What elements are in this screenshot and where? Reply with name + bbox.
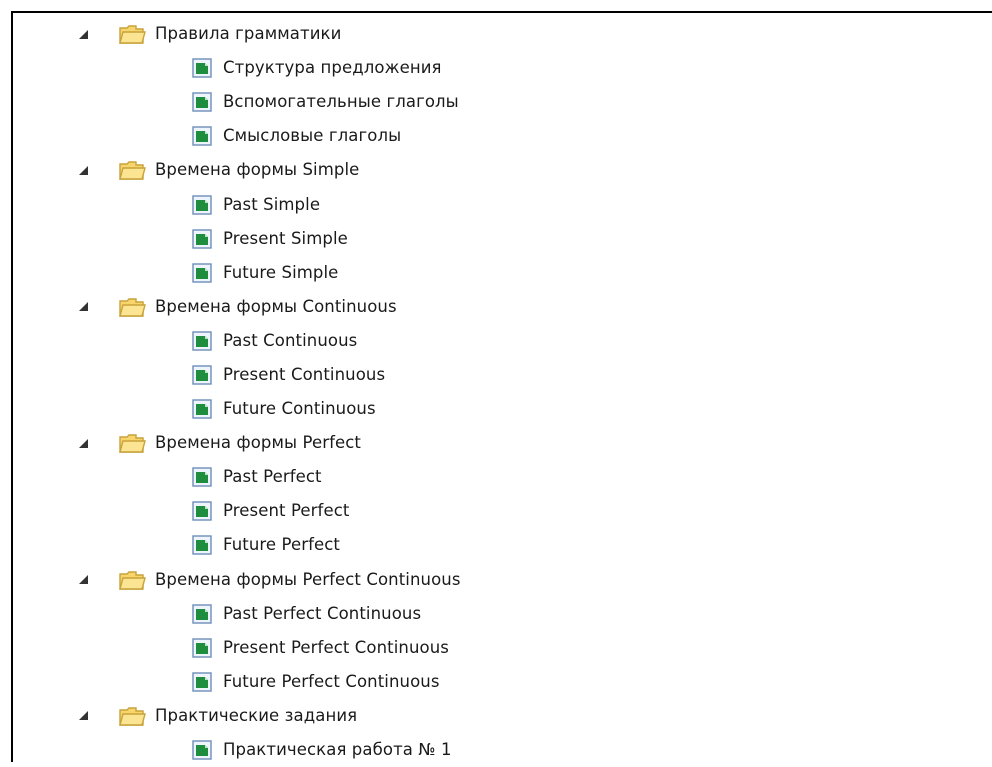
expand-triangle-icon[interactable] — [76, 27, 90, 41]
tree-view-panel: Правила грамматики Структура предложения В… — [11, 11, 992, 762]
tree-item-row[interactable]: Present Simple — [13, 222, 992, 256]
page-icon — [191, 466, 213, 488]
item-label: Future Continuous — [223, 399, 376, 419]
item-label: Структура предложения — [223, 58, 442, 78]
folder-label: Времена формы Perfect — [155, 433, 361, 453]
expand-triangle-icon[interactable] — [76, 300, 90, 314]
page-icon — [191, 330, 213, 352]
tree-item-row[interactable]: Вспомогательные глаголы — [13, 85, 992, 119]
item-label: Present Perfect Continuous — [223, 637, 449, 657]
item-label: Past Simple — [223, 194, 321, 214]
page-icon — [191, 194, 213, 216]
item-label: Present Simple — [223, 228, 348, 248]
course-tree: Правила грамматики Структура предложения В… — [13, 17, 992, 767]
page-icon — [191, 91, 213, 113]
tree-item-row[interactable]: Future Continuous — [13, 392, 992, 426]
tree-folder-row[interactable]: Практические задания — [13, 699, 992, 733]
page-icon — [191, 125, 213, 147]
item-label: Present Continuous — [223, 364, 386, 384]
tree-item-row[interactable]: Past Perfect Continuous — [13, 597, 992, 631]
page-icon — [191, 671, 213, 693]
tree-item-row[interactable]: Future Perfect Continuous — [13, 665, 992, 699]
expand-triangle-icon[interactable] — [76, 436, 90, 450]
folder-label: Времена формы Continuous — [155, 296, 397, 316]
tree-folder-row[interactable]: Правила грамматики — [13, 17, 992, 51]
folder-label: Времена формы Perfect Continuous — [155, 569, 461, 589]
page-icon — [191, 364, 213, 386]
folder-icon — [118, 569, 146, 591]
expand-triangle-icon[interactable] — [76, 163, 90, 177]
item-label: Вспомогательные глаголы — [223, 92, 459, 112]
tree-item-row[interactable]: Present Continuous — [13, 358, 992, 392]
page-icon — [191, 228, 213, 250]
item-label: Практическая работа № 1 — [223, 740, 452, 760]
tree-item-row[interactable]: Past Continuous — [13, 324, 992, 358]
item-label: Future Simple — [223, 262, 339, 282]
item-label: Смысловые глаголы — [223, 126, 402, 146]
tree-folder-row[interactable]: Времена формы Perfect — [13, 426, 992, 460]
folder-label: Практические задания — [155, 705, 358, 725]
tree-item-row[interactable]: Past Perfect — [13, 460, 992, 494]
item-label: Future Perfect — [223, 535, 340, 555]
tree-item-row[interactable]: Смысловые глаголы — [13, 119, 992, 153]
folder-label: Времена формы Simple — [155, 160, 360, 180]
folder-icon — [118, 432, 146, 454]
page-icon — [191, 637, 213, 659]
folder-icon — [118, 296, 146, 318]
item-label: Past Perfect Continuous — [223, 603, 422, 623]
folder-icon — [118, 705, 146, 727]
expand-triangle-icon[interactable] — [76, 573, 90, 587]
item-label: Present Perfect — [223, 501, 350, 521]
page-icon — [191, 398, 213, 420]
tree-folder-row[interactable]: Времена формы Continuous — [13, 290, 992, 324]
folder-label: Правила грамматики — [155, 24, 342, 44]
page-icon — [191, 262, 213, 284]
page-icon — [191, 534, 213, 556]
expand-triangle-icon[interactable] — [76, 709, 90, 723]
folder-icon — [118, 23, 146, 45]
tree-item-row[interactable]: Past Simple — [13, 187, 992, 221]
tree-item-row[interactable]: Present Perfect — [13, 494, 992, 528]
tree-item-row[interactable]: Future Simple — [13, 256, 992, 290]
tree-item-row[interactable]: Future Perfect — [13, 528, 992, 562]
tree-folder-row[interactable]: Времена формы Simple — [13, 153, 992, 187]
item-label: Past Perfect — [223, 467, 322, 487]
page-icon — [191, 500, 213, 522]
page-icon — [191, 739, 213, 761]
item-label: Past Continuous — [223, 330, 358, 350]
tree-item-row[interactable]: Present Perfect Continuous — [13, 631, 992, 665]
item-label: Future Perfect Continuous — [223, 671, 440, 691]
tree-item-row[interactable]: Структура предложения — [13, 51, 992, 85]
tree-folder-row[interactable]: Времена формы Perfect Continuous — [13, 563, 992, 597]
page-icon — [191, 57, 213, 79]
folder-icon — [118, 159, 146, 181]
page-icon — [191, 603, 213, 625]
